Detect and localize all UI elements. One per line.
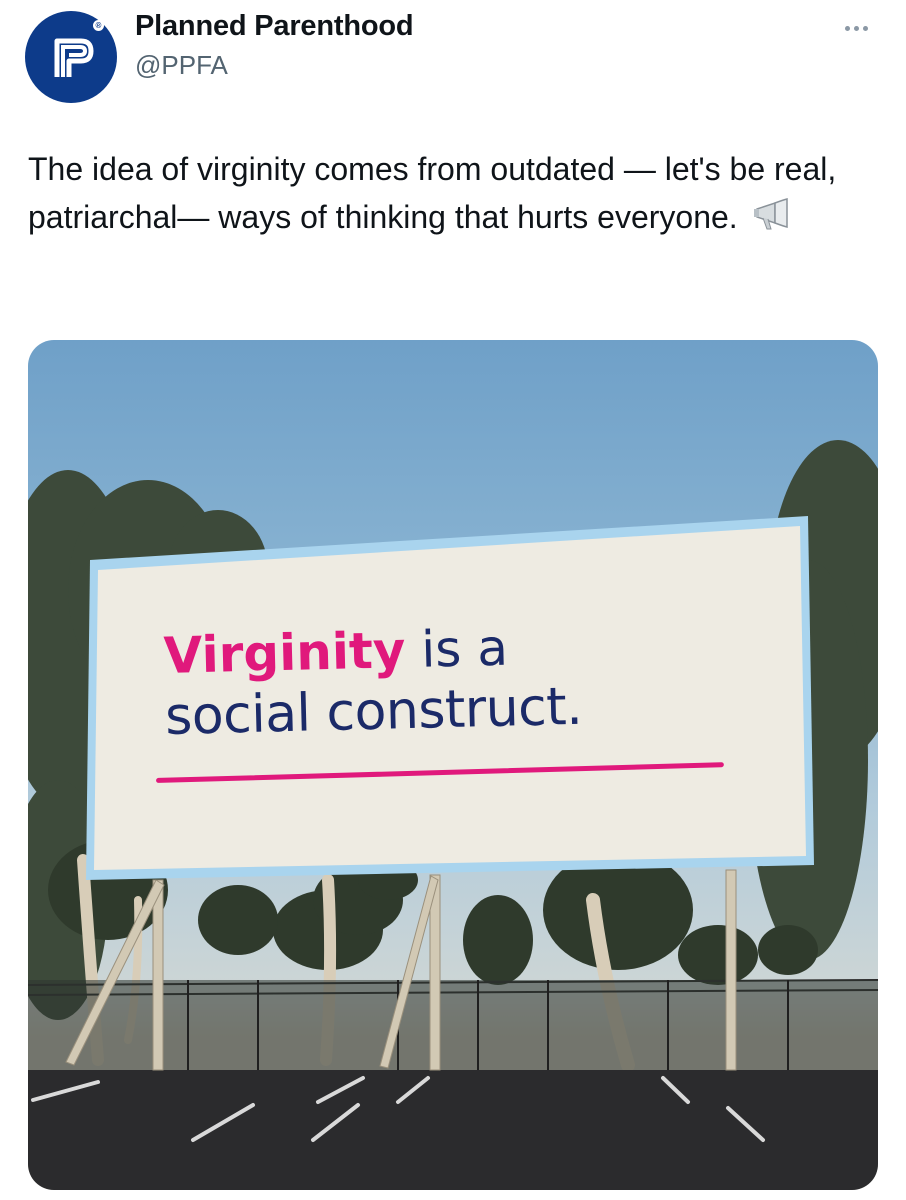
billboard-scene <box>28 440 878 1190</box>
author-handle[interactable]: @PPFA <box>135 50 228 81</box>
billboard-highlight: Virginity <box>163 621 407 685</box>
author-name[interactable]: Planned Parenthood <box>135 10 414 43</box>
megaphone-icon <box>753 196 793 244</box>
tweet-body: The idea of virginity comes from outdate… <box>28 145 868 244</box>
registered-mark-icon: ® <box>93 20 104 31</box>
billboard-line-1-rest: is a <box>404 618 509 680</box>
more-options-icon[interactable] <box>841 22 872 35</box>
billboard-headline: Virginity is a social construct. <box>163 610 766 747</box>
tweet-image[interactable]: Virginity is a social construct. <box>28 340 878 1190</box>
tweet-text: The idea of virginity comes from outdate… <box>28 151 837 235</box>
tweet-header: ® Planned Parenthood @PPFA <box>0 0 906 110</box>
planned-parenthood-logo <box>54 38 94 77</box>
avatar[interactable]: ® <box>25 11 117 103</box>
